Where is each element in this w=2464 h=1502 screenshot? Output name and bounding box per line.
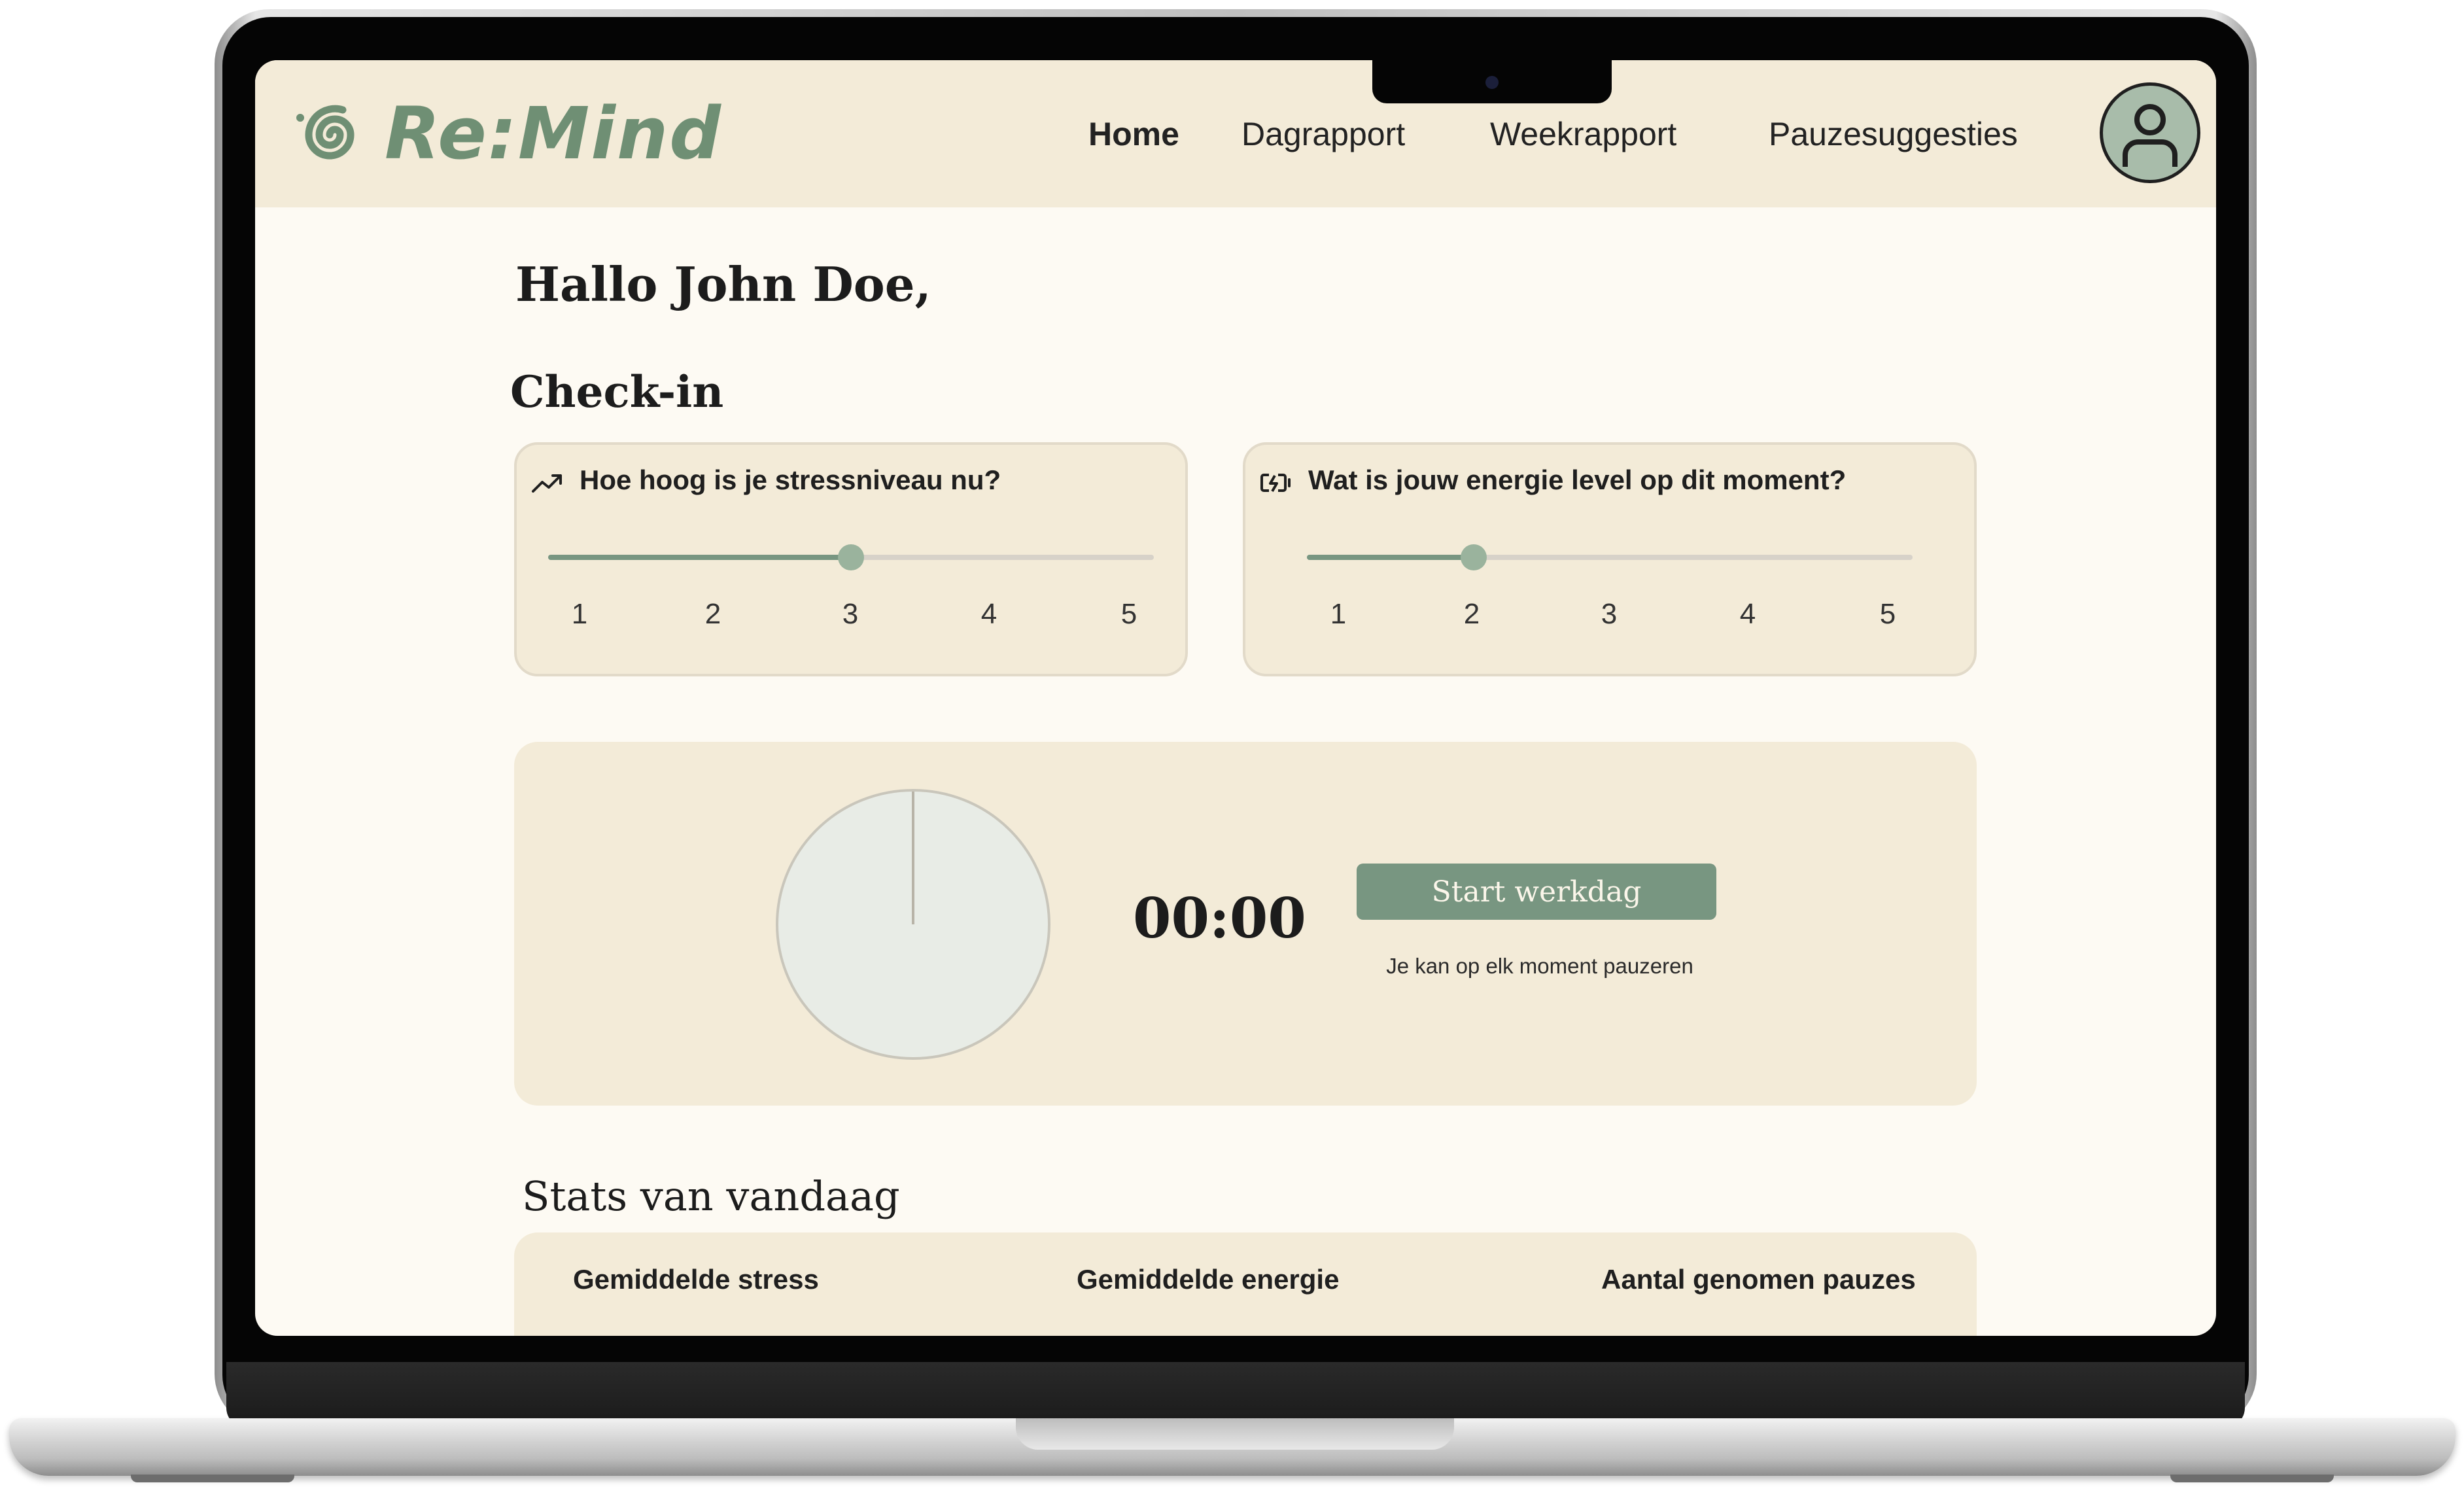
laptop-hinge <box>226 1362 2245 1427</box>
stress-slider[interactable] <box>548 544 1154 570</box>
laptop-lid-opener <box>1016 1418 1454 1450</box>
stat-header-breaks-taken: Aantal genomen pauzes <box>1601 1264 1916 1295</box>
user-avatar[interactable] <box>2100 82 2200 183</box>
stress-scale-5[interactable]: 5 <box>1109 598 1149 631</box>
timer-clock-icon <box>776 789 1050 1060</box>
nav-home[interactable]: Home <box>1088 111 1179 157</box>
laptop-foot-left <box>131 1475 294 1482</box>
energy-slider-fill <box>1307 555 1474 560</box>
energy-scale-1[interactable]: 1 <box>1319 598 1358 631</box>
energy-checkin-card: Wat is jouw energie level op dit moment?… <box>1243 442 1977 676</box>
stress-question: Hoe hoog is je stressniveau nu? <box>580 464 1001 495</box>
stress-scale-1[interactable]: 1 <box>560 598 599 631</box>
workday-timer-card: 00:00 Start werkdag Je kan op elk moment… <box>514 742 1977 1106</box>
logo[interactable]: Re:Mind <box>294 92 723 175</box>
camera-icon <box>1485 76 1499 89</box>
start-workday-button[interactable]: Start werkdag <box>1357 864 1716 920</box>
stat-header-avg-stress: Gemiddelde stress <box>573 1264 819 1295</box>
energy-slider-handle[interactable] <box>1460 544 1487 570</box>
timer-display: 00:00 <box>1133 886 1306 951</box>
camera-notch <box>1372 60 1612 103</box>
energy-scale-3[interactable]: 3 <box>1589 598 1629 631</box>
energy-slider[interactable] <box>1307 544 1913 570</box>
energy-scale-5[interactable]: 5 <box>1868 598 1907 631</box>
spiral-logo-icon <box>296 105 355 160</box>
energy-question: Wat is jouw energie level op dit moment? <box>1308 464 1847 495</box>
battery-charging-icon <box>1260 474 1291 493</box>
user-icon <box>2123 104 2178 167</box>
stress-slider-handle[interactable] <box>838 544 864 570</box>
stress-checkin-card: Hoe hoog is je stressniveau nu? 1 2 3 4 … <box>514 442 1188 676</box>
laptop-foot-right <box>2170 1475 2334 1482</box>
checkin-heading: Check-in <box>510 366 724 417</box>
stat-header-avg-energy: Gemiddelde energie <box>1077 1264 1340 1295</box>
energy-scale-4[interactable]: 4 <box>1728 598 1767 631</box>
screen: Re:Mind Home Dagrapport Weekrapport Pauz… <box>255 60 2216 1336</box>
stress-scale-4[interactable]: 4 <box>969 598 1009 631</box>
trending-up-icon <box>532 474 562 493</box>
stress-scale-3[interactable]: 3 <box>831 598 870 631</box>
stress-slider-fill <box>548 555 851 560</box>
top-navigation-bar: Re:Mind Home Dagrapport Weekrapport Pauz… <box>255 60 2216 207</box>
stats-heading: Stats van vandaag <box>522 1172 900 1220</box>
energy-scale-2[interactable]: 2 <box>1452 598 1491 631</box>
nav-weekrapport[interactable]: Weekrapport <box>1490 111 1676 157</box>
logo-text: Re:Mind <box>385 92 723 175</box>
nav-dagrapport[interactable]: Dagrapport <box>1241 111 1405 157</box>
greeting-heading: Hallo John Doe, <box>515 256 931 312</box>
stress-scale-2[interactable]: 2 <box>693 598 733 631</box>
nav-pauzesuggesties[interactable]: Pauzesuggesties <box>1769 111 2018 157</box>
stats-card: Gemiddelde stress Gemiddelde energie Aan… <box>514 1232 1977 1336</box>
pause-note: Je kan op elk moment pauzeren <box>1386 954 1693 978</box>
